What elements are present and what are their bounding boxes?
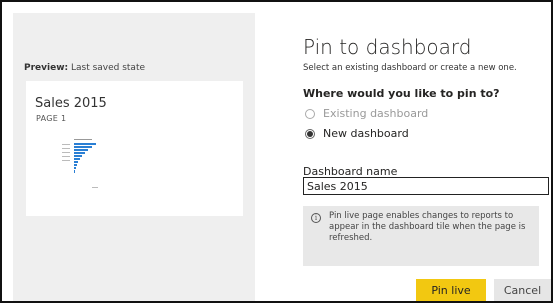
preview-card: Sales 2015 PAGE 1 — [26, 81, 243, 216]
radio-new-dashboard[interactable]: New dashboard — [305, 127, 409, 140]
preview-label: Preview: Last saved state — [24, 63, 145, 73]
info-text: Pin live page enables changes to reports… — [329, 211, 526, 243]
thumb-footer-line — [92, 187, 98, 188]
pin-location-question: Where would you like to pin to? — [303, 87, 500, 100]
radio-new-dashboard-label: New dashboard — [323, 127, 409, 140]
preview-label-bold: Preview: — [24, 63, 69, 73]
radio-checked-icon — [305, 128, 315, 139]
cancel-button[interactable]: Cancel — [494, 279, 551, 301]
pin-to-dashboard-dialog: Preview: Last saved state Sales 2015 PAG… — [0, 0, 553, 303]
preview-card-title: Sales 2015 — [35, 96, 107, 111]
preview-card-subtitle: PAGE 1 — [36, 114, 67, 123]
report-thumbnail — [62, 139, 98, 188]
dialog-panel: Pin to dashboard Select an existing dash… — [292, 2, 551, 301]
pin-live-button[interactable]: Pin live — [416, 279, 486, 301]
preview-panel: Preview: Last saved state Sales 2015 PAG… — [13, 13, 255, 301]
info-icon: i — [311, 213, 321, 223]
dialog-subtitle: Select an existing dashboard or create a… — [303, 63, 517, 73]
thumb-title-line — [74, 139, 92, 140]
radio-existing-dashboard[interactable]: Existing dashboard — [305, 107, 428, 120]
dialog-title: Pin to dashboard — [303, 35, 472, 59]
thumb-labels — [62, 144, 70, 161]
info-box: i Pin live page enables changes to repor… — [303, 206, 539, 266]
preview-label-text: Last saved state — [68, 63, 146, 73]
dashboard-name-input[interactable] — [303, 177, 549, 195]
radio-existing-dashboard-label: Existing dashboard — [323, 107, 429, 120]
radio-unchecked-icon — [305, 108, 315, 119]
thumb-bars — [74, 143, 96, 173]
